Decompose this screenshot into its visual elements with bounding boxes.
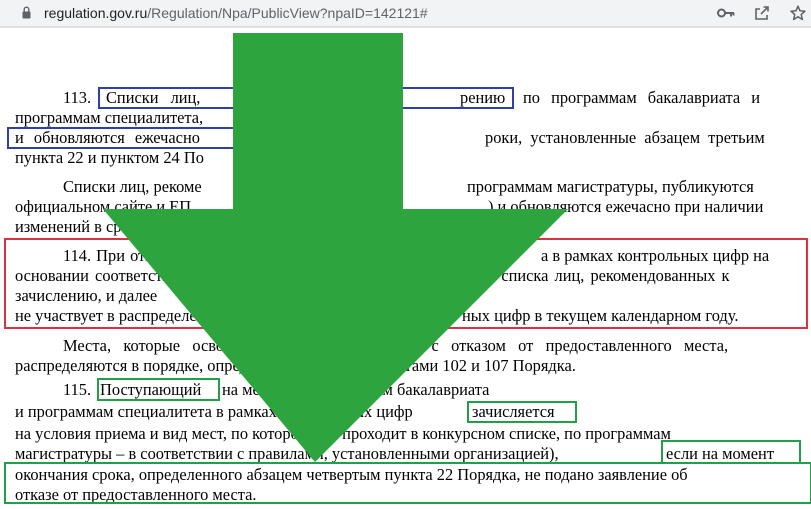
down-arrow-icon [103, 33, 568, 462]
